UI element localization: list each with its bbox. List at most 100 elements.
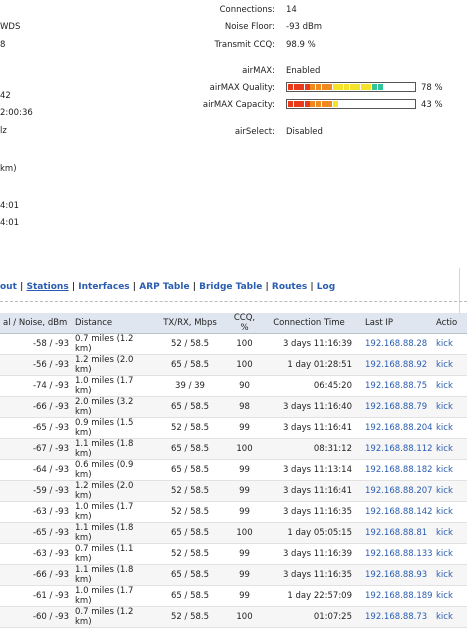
kick-link[interactable]: kick — [433, 375, 467, 397]
airselect-label: airSelect: — [234, 127, 275, 137]
ccq-cell: 99 — [226, 459, 263, 481]
kick-link[interactable]: kick — [433, 354, 467, 376]
signal-bar-segment — [366, 84, 372, 90]
nav-separator: | — [71, 282, 76, 292]
nav-separator: | — [192, 282, 196, 292]
kick-link[interactable]: kick — [433, 585, 467, 607]
nav-arp-table[interactable]: ARP Table — [139, 282, 189, 292]
kick-link[interactable]: kick — [433, 543, 467, 565]
last-ip-link[interactable]: 192.168.88.93 — [355, 564, 433, 586]
nav-stations[interactable]: Stations — [26, 282, 68, 292]
txrx-cell: 65 / 58.5 — [154, 564, 226, 586]
kick-link[interactable]: kick — [433, 564, 467, 586]
table-row: -65 / -93 1.1 miles (1.8 km) 65 / 58.5 100 1… — [0, 522, 467, 544]
last-ip-link[interactable]: 192.168.88.112 — [355, 438, 433, 460]
transmit-ccq-label: Transmit CCQ: — [214, 40, 275, 50]
ccq-cell: 100 — [226, 606, 263, 628]
last-ip-link[interactable]: 192.168.88.133 — [355, 543, 433, 565]
nav-bridge-table[interactable]: Bridge Table — [199, 282, 262, 292]
table-row: -60 / -93 0.7 miles (1.2 km) 52 / 58.5 100 0… — [0, 606, 467, 628]
nav-routes[interactable]: Routes — [272, 282, 307, 292]
connection-time-cell: 1 day 01:28:51 — [263, 354, 355, 376]
signal-noise-cell: -60 / -93 — [0, 606, 72, 628]
noise-floor-label: Noise Floor: — [224, 22, 275, 32]
kick-link[interactable]: kick — [433, 522, 467, 544]
nav-about[interactable]: out — [0, 282, 17, 292]
noise-floor-value: -93 dBm — [286, 22, 323, 32]
kick-link[interactable]: kick — [433, 333, 467, 355]
ccq-cell: 100 — [226, 438, 263, 460]
ccq-cell: 99 — [226, 564, 263, 586]
last-ip-link[interactable]: 192.168.88.204 — [355, 417, 433, 439]
nav-divider — [0, 301, 467, 302]
last-ip-link[interactable]: 192.168.88.182 — [355, 459, 433, 481]
txrx-cell: 65 / 58.5 — [154, 459, 226, 481]
last-ip-link[interactable]: 192.168.88.207 — [355, 480, 433, 502]
col-txrx[interactable]: TX/RX, Mbps — [154, 313, 226, 334]
signal-bar-segment — [299, 101, 305, 107]
table-row: -59 / -93 1.2 miles (2.0 km) 52 / 58.5 99 3 … — [0, 480, 467, 502]
distance-cell: 0.7 miles (1.2 km) — [72, 333, 154, 355]
nav-log[interactable]: Log — [317, 282, 335, 292]
stations-table: al / Noise, dBm Distance TX/RX, Mbps CCQ… — [0, 313, 467, 628]
signal-bar-segment — [321, 84, 327, 90]
connection-time-cell: 3 days 11:16:35 — [263, 501, 355, 523]
kick-link[interactable]: kick — [433, 396, 467, 418]
nav-interfaces[interactable]: Interfaces — [78, 282, 129, 292]
signal-bar-segment — [310, 101, 316, 107]
last-ip-link[interactable]: 192.168.88.75 — [355, 375, 433, 397]
distance-cell: 1.2 miles (2.0 km) — [72, 480, 154, 502]
distance-cell: 2.0 miles (3.2 km) — [72, 396, 154, 418]
table-row: -67 / -93 1.1 miles (1.8 km) 65 / 58.5 100 0… — [0, 438, 467, 460]
table-row: -63 / -93 0.7 miles (1.1 km) 52 / 58.5 99 3 … — [0, 543, 467, 565]
txrx-cell: 65 / 58.5 — [154, 438, 226, 460]
last-ip-link[interactable]: 192.168.88.81 — [355, 522, 433, 544]
table-row: -58 / -93 0.7 miles (1.2 km) 52 / 58.5 100 3… — [0, 333, 467, 355]
distance-cell: 1.1 miles (1.8 km) — [72, 522, 154, 544]
last-ip-link[interactable]: 192.168.88.189 — [355, 585, 433, 607]
connection-time-cell: 3 days 11:13:14 — [263, 459, 355, 481]
ccq-cell: 99 — [226, 585, 263, 607]
last-ip-link[interactable]: 192.168.88.28 — [355, 333, 433, 355]
kick-link[interactable]: kick — [433, 606, 467, 628]
kick-link[interactable]: kick — [433, 501, 467, 523]
airselect-value: Disabled — [286, 127, 323, 137]
connections-label: Connections: — [219, 5, 275, 15]
kick-link[interactable]: kick — [433, 459, 467, 481]
col-ccq[interactable]: CCQ, % — [226, 313, 263, 334]
col-distance[interactable]: Distance — [72, 313, 154, 334]
col-connection-time[interactable]: Connection Time — [263, 313, 355, 334]
left-fragment: 4:01 — [0, 218, 20, 228]
left-fragment: 2:00:36 — [0, 108, 33, 118]
signal-bar-segment — [327, 84, 333, 90]
kick-link[interactable]: kick — [433, 480, 467, 502]
airmax-quality-bar — [286, 82, 416, 92]
table-row: -66 / -93 1.1 miles (1.8 km) 65 / 58.5 99 3 … — [0, 564, 467, 586]
ccq-cell: 99 — [226, 543, 263, 565]
last-ip-link[interactable]: 192.168.88.92 — [355, 354, 433, 376]
ccq-cell: 99 — [226, 417, 263, 439]
signal-noise-cell: -56 / -93 — [0, 354, 72, 376]
ccq-cell: 100 — [226, 333, 263, 355]
col-last-ip[interactable]: Last IP — [355, 313, 433, 334]
signal-bar-segment — [338, 84, 344, 90]
last-ip-link[interactable]: 192.168.88.73 — [355, 606, 433, 628]
signal-bar-segment — [349, 84, 355, 90]
airmax-label: airMAX: — [242, 66, 275, 76]
airmax-capacity-value: 43 % — [421, 100, 443, 110]
last-ip-link[interactable]: 192.168.88.79 — [355, 396, 433, 418]
col-action: Actio — [433, 313, 467, 334]
distance-cell: 1.1 miles (1.8 km) — [72, 564, 154, 586]
left-fragment: 8 — [0, 40, 6, 50]
last-ip-link[interactable]: 192.168.88.142 — [355, 501, 433, 523]
signal-noise-cell: -59 / -93 — [0, 480, 72, 502]
col-signal-noise[interactable]: al / Noise, dBm — [0, 313, 72, 334]
signal-bar-segment — [288, 84, 293, 90]
kick-link[interactable]: kick — [433, 438, 467, 460]
signal-bar-segment — [316, 84, 321, 90]
left-fragment: 42 — [0, 91, 11, 101]
kick-link[interactable]: kick — [433, 417, 467, 439]
txrx-cell: 52 / 58.5 — [154, 501, 226, 523]
signal-noise-cell: -67 / -93 — [0, 438, 72, 460]
connection-time-cell: 3 days 11:16:40 — [263, 396, 355, 418]
